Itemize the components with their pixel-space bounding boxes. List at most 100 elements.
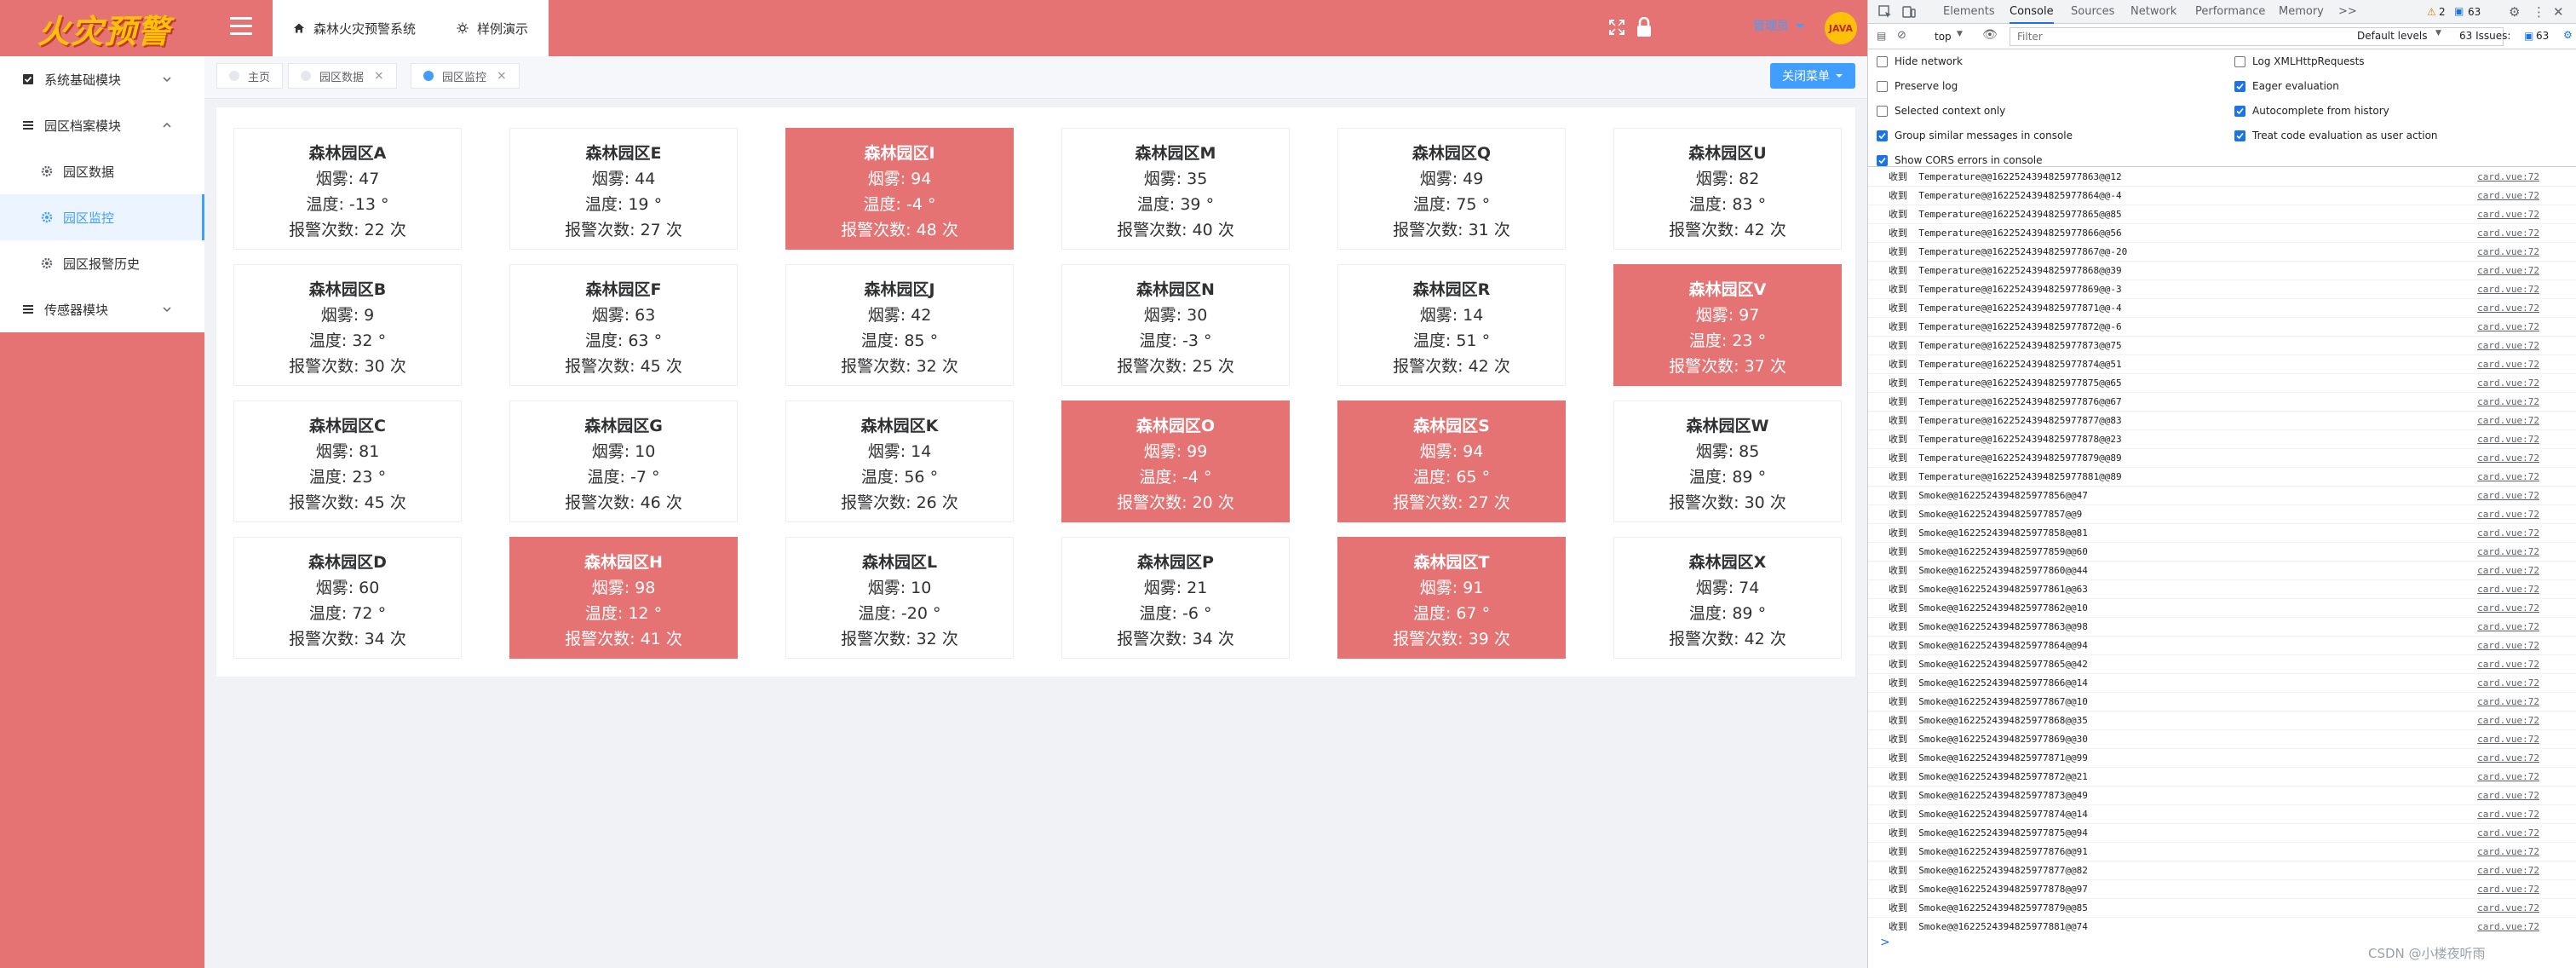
log-source-link[interactable]: card.vue:72: [2477, 280, 2539, 299]
settings-icon[interactable]: ⚙: [2563, 29, 2573, 41]
fullscreen-icon[interactable]: [1608, 19, 1625, 36]
more-vertical-icon[interactable]: ⋮: [2533, 4, 2545, 20]
log-source-link[interactable]: card.vue:72: [2477, 393, 2539, 412]
log-source-link[interactable]: card.vue:72: [2477, 580, 2539, 599]
log-source-link[interactable]: card.vue:72: [2477, 861, 2539, 880]
checkbox-checked[interactable]: [2234, 130, 2245, 141]
lock-icon[interactable]: [1636, 17, 1653, 37]
menu-park-archive[interactable]: 园区档案模块: [0, 102, 204, 148]
opt-preserve-log[interactable]: Preserve log: [1877, 80, 1958, 92]
log-source-link[interactable]: card.vue:72: [2477, 430, 2539, 449]
log-source-link[interactable]: card.vue:72: [2477, 168, 2539, 187]
opt-show-cors[interactable]: Show CORS errors in console: [1877, 154, 2043, 166]
inspect-icon[interactable]: [1878, 5, 1892, 19]
log-source-link[interactable]: card.vue:72: [2477, 187, 2539, 205]
log-source-link[interactable]: card.vue:72: [2477, 262, 2539, 280]
log-source-link[interactable]: card.vue:72: [2477, 899, 2539, 918]
tag-park-monitor[interactable]: 园区监控 ×: [411, 63, 520, 89]
opt-log-xhr[interactable]: Log XMLHttpRequests: [2234, 55, 2365, 67]
devtools-more-tabs[interactable]: >>: [2338, 0, 2357, 24]
devtools-tab-network[interactable]: Network: [2130, 0, 2176, 24]
log-source-link[interactable]: card.vue:72: [2477, 843, 2539, 861]
log-source-link[interactable]: card.vue:72: [2477, 824, 2539, 843]
log-source-link[interactable]: card.vue:72: [2477, 749, 2539, 768]
log-source-link[interactable]: card.vue:72: [2477, 768, 2539, 786]
checkbox[interactable]: [1877, 80, 1888, 92]
app-logo[interactable]: 火灾预警: [0, 0, 204, 56]
checkbox-checked[interactable]: [2234, 80, 2245, 92]
sidebar-toggle-icon[interactable]: ▤: [1877, 30, 1886, 42]
issues-count[interactable]: 63: [2536, 30, 2549, 42]
checkbox[interactable]: [2234, 55, 2245, 67]
log-source-link[interactable]: card.vue:72: [2477, 355, 2539, 374]
log-source-link[interactable]: card.vue:72: [2477, 599, 2539, 618]
log-source-link[interactable]: card.vue:72: [2477, 637, 2539, 655]
log-source-link[interactable]: card.vue:72: [2477, 730, 2539, 749]
log-source-link[interactable]: card.vue:72: [2477, 543, 2539, 562]
console-prompt[interactable]: >: [1880, 936, 1890, 949]
log-source-link[interactable]: card.vue:72: [2477, 524, 2539, 543]
checkbox-checked[interactable]: [1877, 130, 1888, 141]
log-source-link[interactable]: card.vue:72: [2477, 205, 2539, 224]
log-source-link[interactable]: card.vue:72: [2477, 562, 2539, 580]
hamburger-icon[interactable]: [230, 17, 252, 36]
opt-group-similar[interactable]: Group similar messages in console: [1877, 130, 2073, 141]
menu-sensor[interactable]: 传感器模块: [0, 286, 204, 332]
tag-park-data[interactable]: 园区数据 ×: [288, 63, 397, 89]
avatar[interactable]: JAVA: [1825, 12, 1857, 44]
context-selector[interactable]: top: [1935, 31, 1952, 43]
log-source-link[interactable]: card.vue:72: [2477, 786, 2539, 805]
eye-icon[interactable]: 👁: [1982, 28, 1998, 42]
log-source-link[interactable]: card.vue:72: [2477, 374, 2539, 393]
tag-home[interactable]: 主页: [216, 63, 284, 89]
log-source-link[interactable]: card.vue:72: [2477, 693, 2539, 712]
devtools-tab-memory[interactable]: Memory: [2279, 0, 2324, 24]
menu-park-alarm-history[interactable]: 园区报警历史: [0, 240, 204, 286]
gear-icon[interactable]: ⚙: [2509, 4, 2520, 20]
message-count[interactable]: 63: [2468, 6, 2481, 18]
log-source-link[interactable]: card.vue:72: [2477, 505, 2539, 524]
device-toolbar-icon[interactable]: [1902, 5, 1916, 19]
console-filter-input[interactable]: [2010, 27, 2504, 46]
issues-label[interactable]: 63 Issues:: [2459, 30, 2510, 42]
log-source-link[interactable]: card.vue:72: [2477, 224, 2539, 243]
clear-console-icon[interactable]: ⊘: [1897, 29, 1906, 42]
log-source-link[interactable]: card.vue:72: [2477, 318, 2539, 337]
opt-selected-context[interactable]: Selected context only: [1877, 105, 2005, 117]
user-menu[interactable]: 管理员: [1753, 17, 1806, 34]
warning-count[interactable]: 2: [2439, 6, 2446, 18]
opt-treat-eval[interactable]: Treat code evaluation as user action: [2234, 130, 2438, 141]
log-source-link[interactable]: card.vue:72: [2477, 805, 2539, 824]
log-source-link[interactable]: card.vue:72: [2477, 880, 2539, 899]
devtools-tab-sources[interactable]: Sources: [2071, 0, 2114, 24]
checkbox-checked[interactable]: [2234, 105, 2245, 117]
log-source-link[interactable]: card.vue:72: [2477, 337, 2539, 355]
close-icon[interactable]: ×: [497, 69, 507, 83]
log-source-link[interactable]: card.vue:72: [2477, 299, 2539, 318]
devtools-tab-elements[interactable]: Elements: [1943, 0, 1995, 24]
log-source-link[interactable]: card.vue:72: [2477, 412, 2539, 430]
checkbox[interactable]: [1877, 55, 1888, 67]
log-source-link[interactable]: card.vue:72: [2477, 487, 2539, 505]
devtools-tab-performance[interactable]: Performance: [2195, 0, 2265, 24]
menu-system-base[interactable]: 系统基础模块: [0, 56, 204, 102]
log-source-link[interactable]: card.vue:72: [2477, 712, 2539, 730]
log-source-link[interactable]: card.vue:72: [2477, 655, 2539, 674]
top-tab-forest-fire-system[interactable]: 森林火灾预警系统: [273, 0, 436, 56]
log-source-link[interactable]: card.vue:72: [2477, 918, 2539, 935]
log-source-link[interactable]: card.vue:72: [2477, 449, 2539, 468]
log-source-link[interactable]: card.vue:72: [2477, 674, 2539, 693]
log-source-link[interactable]: card.vue:72: [2477, 618, 2539, 637]
checkbox-checked[interactable]: [1877, 154, 1888, 166]
opt-hide-network[interactable]: Hide network: [1877, 55, 1963, 67]
menu-park-data[interactable]: 园区数据: [0, 148, 204, 194]
close-icon[interactable]: ✕: [2553, 4, 2564, 20]
close-menu-button[interactable]: 关闭菜单: [1770, 63, 1855, 89]
log-levels-selector[interactable]: Default levels: [2357, 30, 2427, 42]
devtools-tab-console[interactable]: Console: [2010, 0, 2054, 24]
log-source-link[interactable]: card.vue:72: [2477, 243, 2539, 262]
log-source-link[interactable]: card.vue:72: [2477, 468, 2539, 487]
close-icon[interactable]: ×: [374, 69, 384, 83]
opt-eager-eval[interactable]: Eager evaluation: [2234, 80, 2339, 92]
opt-autocomplete[interactable]: Autocomplete from history: [2234, 105, 2389, 117]
